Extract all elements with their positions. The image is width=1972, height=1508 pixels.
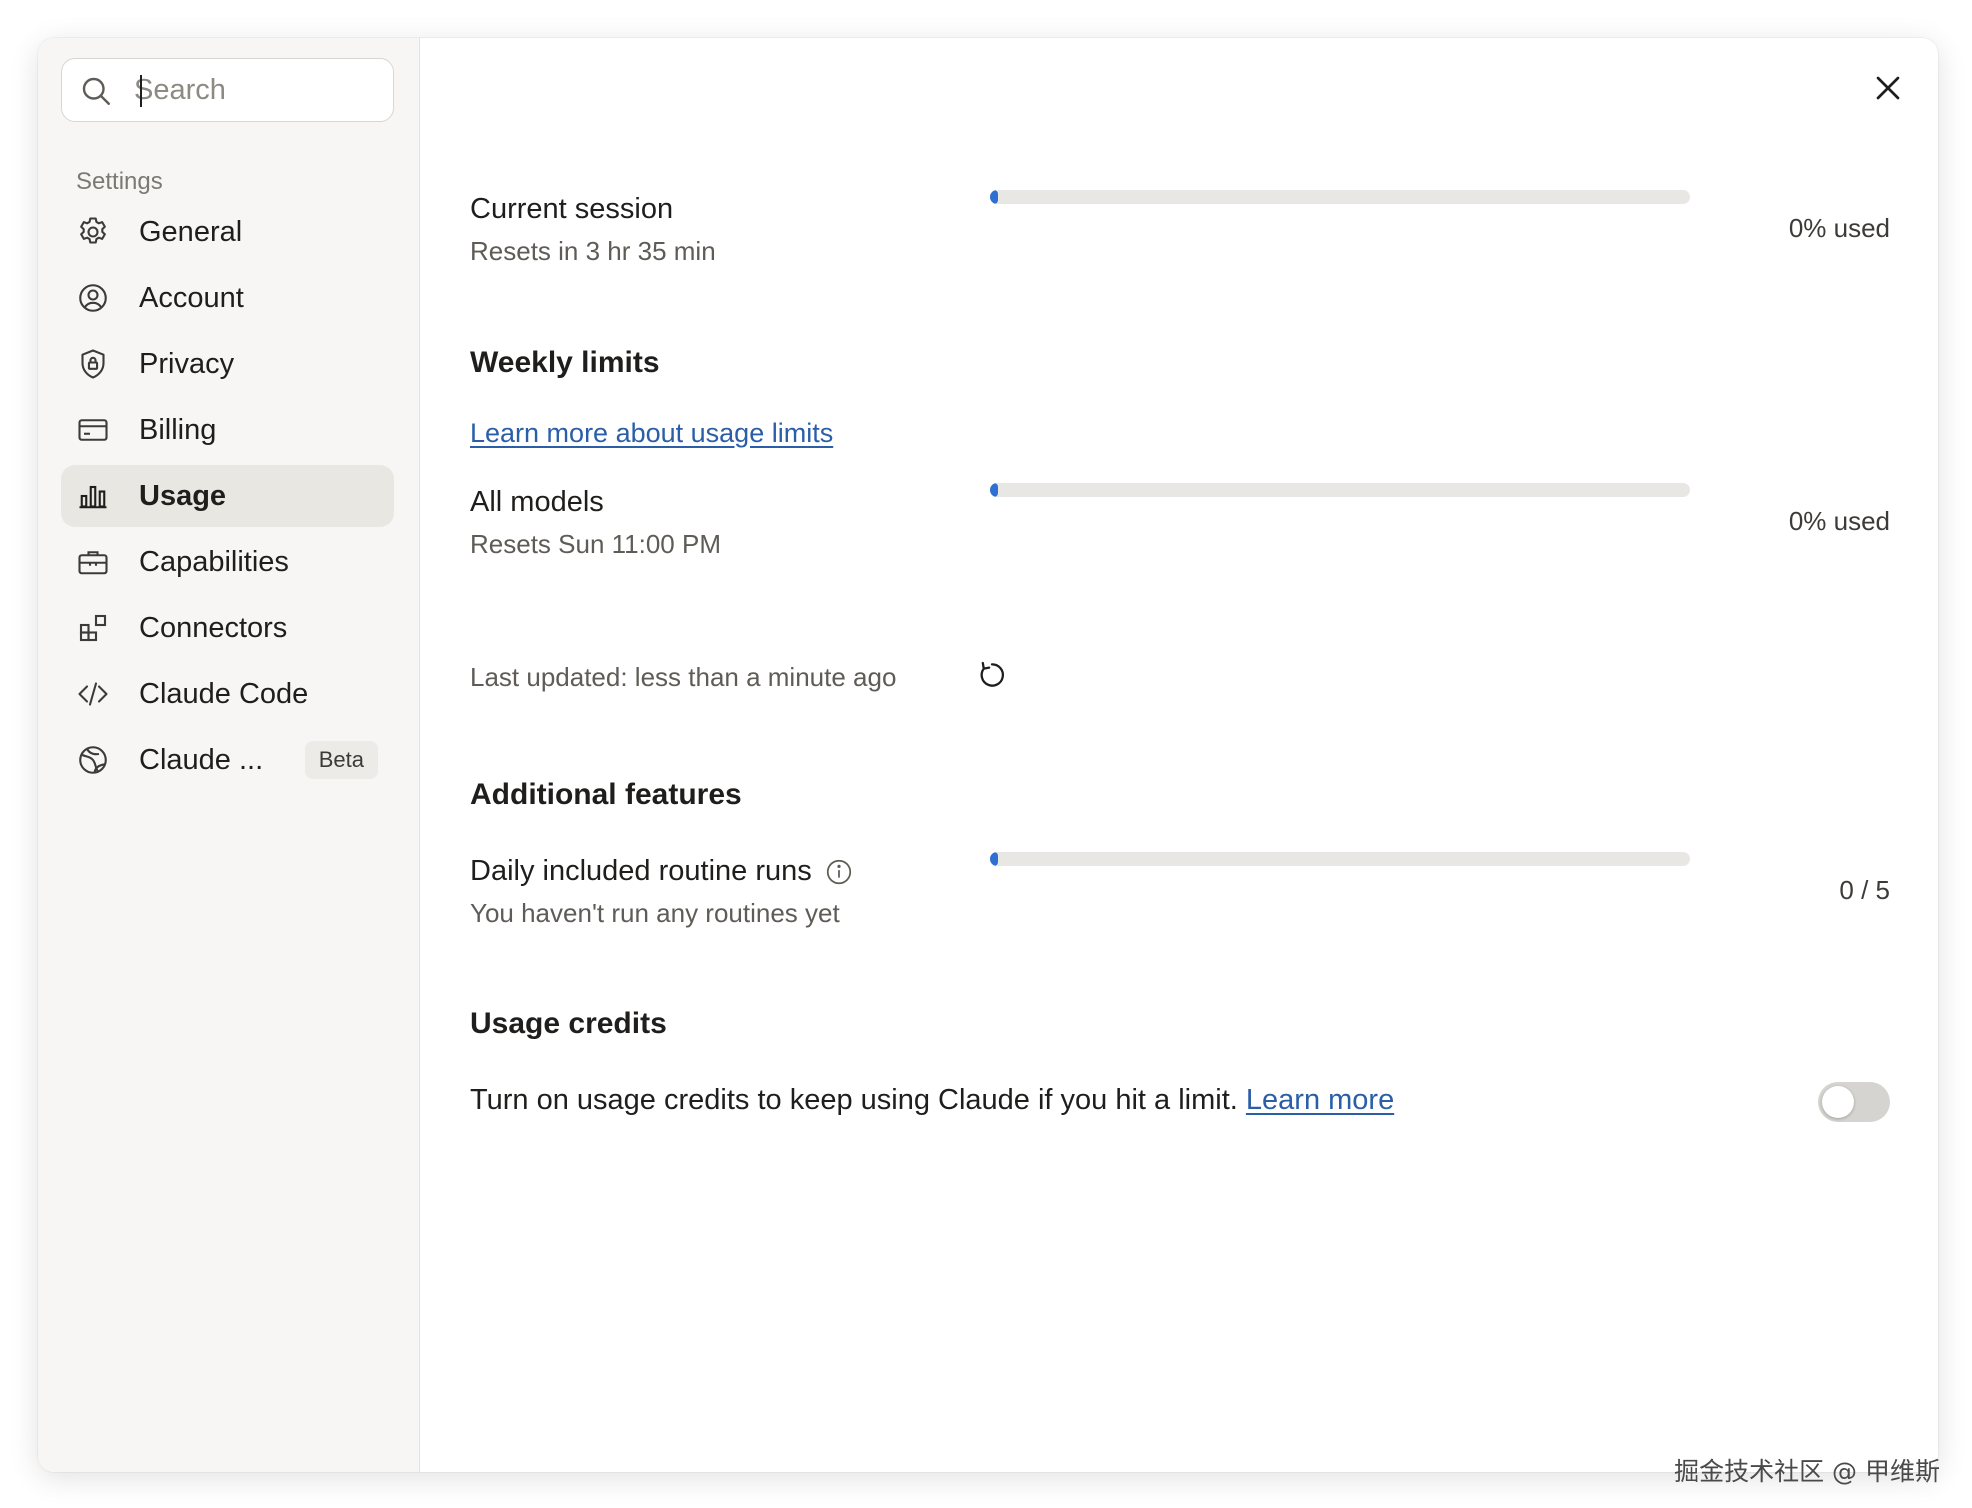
progress-fill (990, 190, 998, 204)
sidebar-item-label: Claude Code (139, 677, 309, 710)
routine-runs-progress (990, 852, 1690, 866)
sidebar-item-label: Connectors (139, 611, 288, 644)
learn-more-usage-limits-link[interactable]: Learn more about usage limits (470, 418, 833, 449)
sidebar-item-label: General (139, 215, 243, 248)
all-models-reset: Resets Sun 11:00 PM (470, 529, 721, 559)
sidebar-item-label: Usage (139, 479, 227, 512)
sidebar-item-general[interactable]: General (61, 201, 394, 263)
briefcase-icon (78, 551, 108, 575)
current-session-usage-value: 0% used (1788, 213, 1890, 243)
sidebar-item-label: Claude ... (139, 743, 264, 776)
user-circle-icon (79, 284, 107, 312)
text-cursor (140, 75, 142, 107)
all-models-title: All models (470, 486, 604, 518)
credit-card-icon (78, 419, 108, 441)
sidebar-item-billing[interactable]: Billing (61, 399, 394, 461)
sidebar-item-connectors[interactable]: Connectors (61, 597, 394, 659)
routine-runs-count: 0 / 5 (1839, 875, 1890, 905)
watermark: 掘金技术社区 @ 甲维斯 (1674, 1457, 1940, 1486)
weekly-limits-heading: Weekly limits (470, 346, 660, 379)
current-session-reset: Resets in 3 hr 35 min (470, 236, 716, 266)
current-session-progress (990, 190, 1690, 204)
routine-runs-title-row: Daily included routine runs (470, 855, 854, 888)
sidebar-item-label: Capabilities (139, 545, 289, 578)
additional-features-heading: Additional features (470, 778, 742, 811)
code-icon (78, 682, 108, 706)
usage-credits-learn-more-link[interactable]: Learn more (1246, 1084, 1394, 1116)
usage-credits-description-row: Turn on usage credits to keep using Clau… (470, 1084, 1394, 1117)
sidebar-item-account[interactable]: Account (61, 267, 394, 329)
sidebar-item-label: Privacy (139, 347, 235, 380)
current-session-title: Current session (470, 193, 674, 225)
routine-runs-status: You haven't run any routines yet (470, 898, 840, 928)
settings-sidebar: Settings General Account P (38, 38, 420, 1472)
sidebar-item-label: Billing (139, 413, 217, 446)
gear-icon (80, 217, 106, 244)
progress-fill (990, 852, 998, 866)
routine-runs-title: Daily included routine runs (470, 855, 812, 887)
settings-section-label: Settings (76, 168, 163, 195)
close-icon[interactable] (1868, 68, 1908, 108)
usage-credits-heading: Usage credits (470, 1007, 667, 1040)
progress-fill (990, 483, 998, 497)
all-models-progress (990, 483, 1690, 497)
usage-credits-toggle[interactable] (1818, 1082, 1890, 1122)
all-models-usage-value: 0% used (1788, 506, 1890, 536)
blocks-icon (79, 614, 107, 642)
search-box[interactable] (61, 58, 394, 122)
sidebar-item-claude-code[interactable]: Claude Code (61, 663, 394, 725)
search-input[interactable] (134, 69, 384, 111)
usage-credits-description: Turn on usage credits to keep using Clau… (470, 1084, 1238, 1116)
toggle-knob (1822, 1086, 1854, 1118)
info-icon[interactable] (824, 857, 854, 887)
sidebar-item-claude-beta[interactable]: Claude ... Beta (61, 729, 394, 791)
sidebar-item-usage[interactable]: Usage (61, 465, 394, 527)
sidebar-item-privacy[interactable]: Privacy (61, 333, 394, 395)
last-updated-text: Last updated: less than a minute ago (470, 662, 897, 692)
settings-window: Settings General Account P (38, 38, 1938, 1472)
sidebar-item-label: Account (139, 281, 244, 314)
refresh-icon[interactable] (975, 658, 1009, 692)
beta-badge: Beta (304, 741, 378, 779)
settings-nav: General Account Privacy Billing Usage Ca… (61, 201, 394, 795)
usage-panel: Current session Resets in 3 hr 35 min 0%… (420, 38, 1938, 1472)
shield-lock-icon (81, 349, 105, 379)
search-icon (82, 77, 110, 105)
bar-chart-icon (79, 485, 107, 509)
globe-icon (79, 746, 107, 774)
sidebar-item-capabilities[interactable]: Capabilities (61, 531, 394, 593)
